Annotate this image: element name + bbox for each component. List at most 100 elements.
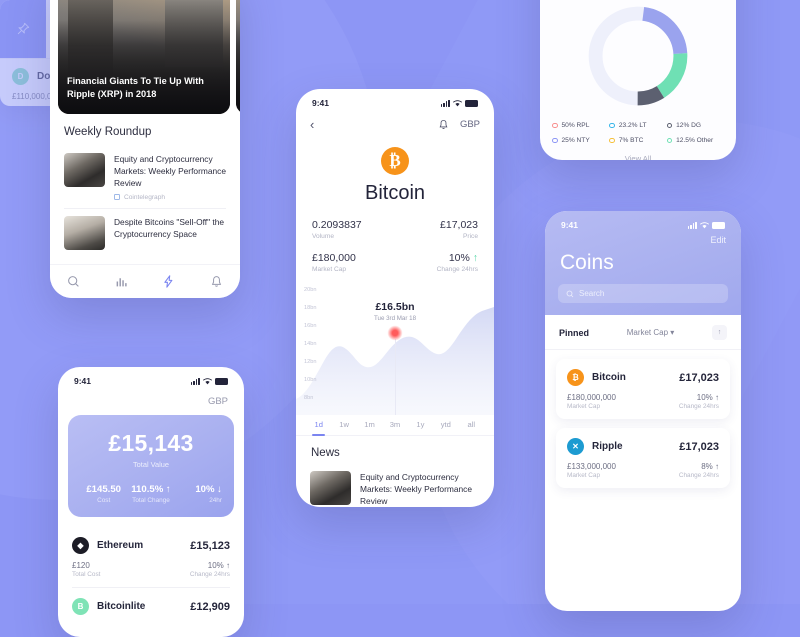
article-thumbnail	[64, 215, 105, 250]
market-cap-label: Market Cap	[567, 403, 601, 410]
total-value-label: Total Value	[132, 460, 170, 469]
status-bar: 9:41	[296, 89, 494, 110]
range-tab-1d[interactable]: 1d	[306, 415, 331, 436]
coin-price: £12,909	[190, 600, 230, 613]
page-title: Coins	[560, 251, 614, 274]
source-name: Cointelegraph	[124, 193, 166, 201]
bar-chart-icon[interactable]	[115, 275, 128, 288]
change-label: Change 24hrs	[189, 571, 230, 578]
y-tick: 14bn	[304, 341, 317, 347]
coin-name: Ripple	[592, 441, 623, 452]
donut-chart[interactable]	[540, 0, 736, 112]
bitcoin-icon: ₿	[381, 147, 409, 175]
news-section-title: News	[311, 447, 340, 459]
status-time: 9:41	[561, 220, 579, 230]
edit-button[interactable]: Edit	[545, 232, 741, 247]
legend-marker-icon	[609, 137, 615, 144]
news-list-item[interactable]: Despite Bitcoins "Sell-Off" the Cryptocu…	[50, 209, 240, 257]
ethereum-icon: ◆	[72, 537, 89, 554]
range-tab-ytd[interactable]: ytd	[433, 415, 458, 435]
y-tick: 20bn	[304, 287, 317, 293]
y-tick: 10bn	[304, 377, 317, 383]
coin-card-header: ₿ Bitcoin £17,023	[567, 369, 719, 386]
sort-by-dropdown[interactable]: Market Cap ▾	[589, 328, 712, 337]
status-bar: 9:41	[545, 211, 741, 232]
cost-value: £120	[72, 561, 90, 570]
bitcoin-icon: ₿	[567, 369, 584, 386]
hero-article-card[interactable]: Financial Giants To Tie Up With Ripple (…	[58, 0, 230, 114]
news-carousel[interactable]: Financial Giants To Tie Up With Ripple (…	[50, 0, 240, 114]
range-tab-3m[interactable]: 3m	[382, 415, 407, 435]
legend-item: 12.5% Other	[666, 137, 724, 144]
article-title: Equity and Cryptocurrency Markets: Weekl…	[360, 472, 473, 507]
legend-marker-icon	[666, 122, 673, 129]
stat-value: 0.2093837	[312, 219, 362, 231]
legend-item: 12% DG	[666, 122, 724, 129]
bell-icon[interactable]	[210, 275, 223, 288]
stat-24hr: 10% ↓ 24hr	[175, 484, 222, 504]
market-cap-label: Market Cap	[567, 472, 601, 479]
chart-data-point-marker[interactable]	[387, 325, 403, 341]
currency-selector[interactable]: GBP	[58, 388, 244, 413]
chart-marker-stem	[395, 339, 396, 415]
view-all-button[interactable]: View All	[540, 152, 736, 160]
chart-range-tabs[interactable]: 1d 1w 1m 3m 1y ytd all	[296, 415, 494, 436]
holding-change: 10% ↑ Change 24hrs	[189, 561, 230, 578]
stat-value: 110.5% ↑	[131, 484, 171, 495]
wifi-icon	[700, 221, 709, 228]
range-tab-all[interactable]: all	[459, 415, 484, 435]
total-value-card: £15,143 Total Value £145.50 Cost 110.5% …	[68, 415, 234, 517]
market-cap-value: £133,000,000	[567, 462, 616, 471]
hero-article-card-next[interactable]: W… P…	[236, 0, 240, 114]
coin-card-details: £133,000,000 Market Cap 8% ↑ Change 24hr…	[567, 462, 719, 479]
search-icon[interactable]	[67, 275, 80, 288]
coins-filter-bar: Pinned Market Cap ▾ ↑	[545, 315, 741, 350]
price-area-chart[interactable]: 20bn 18bn 16bn 14bn 12bn 10bn 8bn £16.5b…	[296, 287, 494, 415]
coin-price: £17,023	[679, 440, 719, 453]
holding-row-bitcoinlite[interactable]: B Bitcoinlite £12,909	[58, 588, 244, 624]
coin-card-details: £180,000,000 Market Cap 10% ↑ Change 24h…	[567, 393, 719, 410]
legend-marker-icon	[552, 137, 558, 144]
article-thumbnail	[310, 471, 351, 505]
chart-tooltip: £16.5bn Tue 3rd Mar 18	[374, 301, 416, 322]
bottom-tab-bar[interactable]	[50, 264, 240, 298]
coin-card-bitcoin[interactable]: ₿ Bitcoin £17,023 £180,000,000 Market Ca…	[556, 359, 730, 419]
allocation-card: 50% RPL 23.2% LT 12% DG 25% NTY 7% BTC 1…	[540, 0, 736, 160]
coin-stats-grid: 0.2093837 Volume £17,023 Price £180,000 …	[296, 205, 494, 285]
change-label: Change 24hrs	[678, 403, 719, 410]
legend-label: 12.5% Other	[676, 137, 714, 144]
y-tick: 8bn	[304, 395, 314, 401]
legend-item: 7% BTC	[609, 137, 666, 144]
stat-label: 24hr	[209, 497, 222, 504]
detail-news-item[interactable]: Equity and Cryptocurrency Markets: Weekl…	[296, 464, 494, 507]
lightning-icon[interactable]	[162, 275, 175, 288]
range-tab-1w[interactable]: 1w	[331, 415, 356, 435]
coin-card-ripple[interactable]: ✕ Ripple £17,023 £133,000,000 Market Cap…	[556, 428, 730, 488]
market-cap-block: £180,000,000 Market Cap	[567, 393, 616, 410]
tooltip-date: Tue 3rd Mar 18	[373, 315, 417, 322]
sort-direction-button[interactable]: ↑	[712, 325, 727, 340]
stat-label: Change 24hrs	[436, 266, 478, 273]
weekly-roundup-title: Weekly Roundup	[64, 126, 152, 138]
legend-label: 25% NTY	[561, 137, 590, 144]
article-title: Equity and Cryptocurrency Markets: Weekl…	[114, 154, 227, 189]
back-button[interactable]: ‹	[310, 118, 314, 131]
stat-change-24hrs: 10% ↑ Change 24hrs	[395, 252, 478, 273]
coin-name: Bitcoin	[592, 372, 626, 383]
currency-selector[interactable]: GBP	[460, 119, 480, 130]
legend-label: 12% DG	[676, 122, 702, 129]
news-list-item[interactable]: Equity and Cryptocurrency Markets: Weekl…	[50, 146, 240, 208]
range-tab-1m[interactable]: 1m	[357, 415, 382, 435]
holding-row-ethereum[interactable]: ◆ Ethereum £15,123 £120 Total Cost 10% ↑…	[58, 527, 244, 587]
status-time: 9:41	[312, 98, 330, 108]
stat-label: Cost	[97, 497, 111, 504]
stat-cost: £145.50 Cost	[80, 484, 127, 504]
news-screen: 9:41 Financial Giants To Tie Up With Rip…	[50, 0, 240, 298]
search-input[interactable]: Search	[558, 284, 728, 303]
bell-icon[interactable]	[438, 119, 449, 130]
tooltip-value: £16.5bn	[375, 301, 415, 313]
range-tab-1y[interactable]: 1y	[408, 415, 433, 435]
stat-value: £180,000	[312, 252, 356, 264]
signal-icon	[440, 99, 450, 107]
hero-scrim	[236, 0, 240, 114]
